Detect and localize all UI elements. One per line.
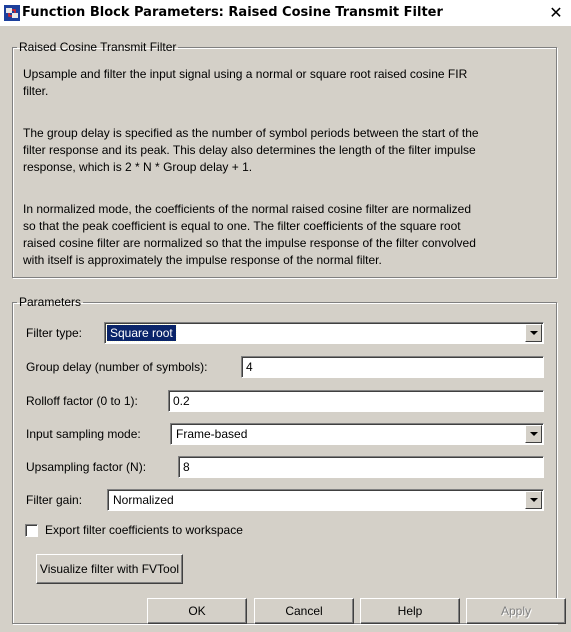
- description-line: with itself is approximately the impulse…: [23, 253, 382, 267]
- export-coefficients-checkbox[interactable]: [25, 524, 38, 537]
- description-line: In normalized mode, the coefficients of …: [23, 202, 472, 216]
- upsampling-factor-input[interactable]: 8: [178, 456, 544, 478]
- filter-type-value: Square root: [106, 324, 177, 342]
- rolloff-row: Rolloff factor (0 to 1): 0.2: [24, 390, 544, 412]
- ok-button[interactable]: OK: [147, 598, 247, 624]
- chevron-down-icon[interactable]: [525, 491, 542, 509]
- rolloff-input[interactable]: 0.2: [168, 390, 544, 412]
- description-paragraph: The group delay is specified as the numb…: [23, 125, 545, 176]
- description-paragraph: Upsample and filter the input signal usi…: [23, 66, 545, 100]
- filter-gain-value: Normalized: [113, 493, 174, 507]
- upsampling-factor-label: Upsampling factor (N):: [26, 460, 147, 474]
- chevron-down-icon[interactable]: [525, 425, 542, 443]
- visualize-fvtool-button[interactable]: Visualize filter with FVTool: [36, 554, 183, 584]
- rolloff-label: Rolloff factor (0 to 1):: [26, 394, 138, 408]
- simulink-block-icon: [4, 5, 20, 21]
- chevron-down-icon[interactable]: [525, 324, 542, 342]
- window-title: Function Block Parameters: Raised Cosine…: [22, 5, 443, 20]
- description-paragraph: In normalized mode, the coefficients of …: [23, 201, 545, 269]
- description-line: Upsample and filter the input signal usi…: [23, 67, 468, 81]
- close-icon[interactable]: ✕: [547, 4, 565, 22]
- filter-type-select[interactable]: Square root: [104, 322, 544, 344]
- upsampling-factor-row: Upsampling factor (N): 8: [24, 456, 544, 478]
- description-group-title: Raised Cosine Transmit Filter: [19, 40, 177, 54]
- export-coefficients-label[interactable]: Export filter coefficients to workspace: [45, 522, 243, 539]
- filter-gain-row: Filter gain: Normalized: [24, 489, 544, 511]
- description-line: response, which is 2 * N * Group delay +…: [23, 160, 253, 174]
- filter-type-label: Filter type:: [26, 326, 83, 340]
- description-line: The group delay is specified as the numb…: [23, 126, 479, 140]
- title-bar[interactable]: Function Block Parameters: Raised Cosine…: [0, 0, 571, 26]
- dialog-window: Function Block Parameters: Raised Cosine…: [0, 0, 571, 632]
- input-sampling-mode-select[interactable]: Frame-based: [170, 423, 544, 445]
- description-line: raised cosine filter are normalized so t…: [23, 236, 476, 250]
- apply-button[interactable]: Apply: [466, 598, 566, 624]
- filter-gain-select[interactable]: Normalized: [107, 489, 544, 511]
- cancel-button[interactable]: Cancel: [254, 598, 354, 624]
- filter-gain-label: Filter gain:: [26, 493, 83, 507]
- description-line: so that the peak coefficient is equal to…: [23, 219, 461, 233]
- input-sampling-mode-value: Frame-based: [176, 427, 248, 441]
- description-line: filter.: [23, 84, 49, 98]
- description-line: filter response and its peak. This delay…: [23, 143, 476, 157]
- help-button[interactable]: Help: [360, 598, 460, 624]
- group-delay-row: Group delay (number of symbols): 4: [24, 356, 544, 378]
- filter-type-row: Filter type: Square root: [24, 322, 544, 344]
- input-sampling-mode-row: Input sampling mode: Frame-based: [24, 423, 544, 445]
- description-group: Raised Cosine Transmit Filter Upsample a…: [12, 40, 557, 278]
- group-delay-input[interactable]: 4: [241, 356, 544, 378]
- input-sampling-mode-label: Input sampling mode:: [26, 427, 141, 441]
- group-delay-label: Group delay (number of symbols):: [26, 360, 208, 374]
- parameters-group-title: Parameters: [19, 295, 82, 309]
